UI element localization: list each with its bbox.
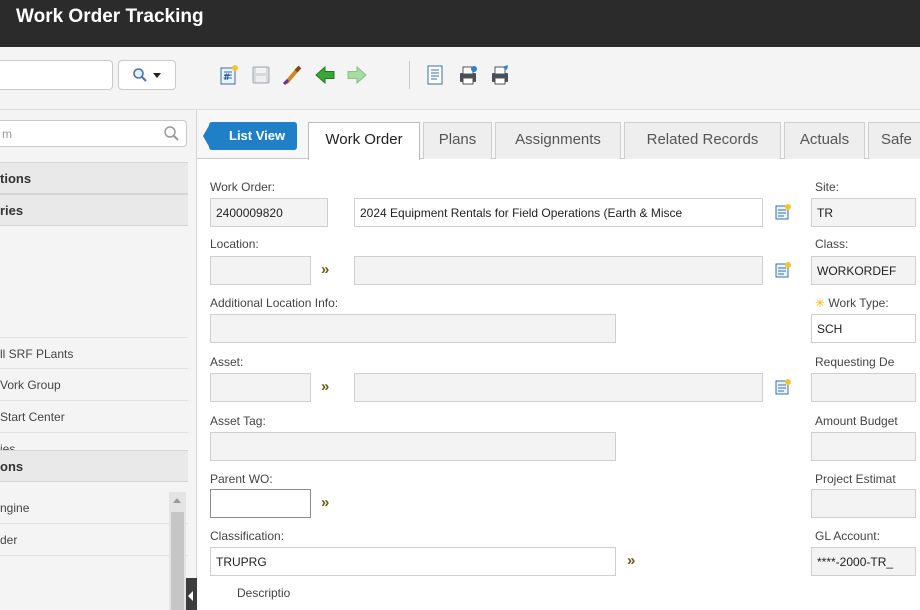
parent-wo-field[interactable] [210, 489, 311, 518]
requesting-department-field[interactable] [811, 373, 916, 402]
svg-text:#: # [223, 73, 231, 83]
asset-tag-field[interactable] [210, 432, 616, 461]
search-options-button[interactable] [118, 60, 176, 90]
nav-scrollbar[interactable] [169, 492, 186, 610]
toolbar: # [0, 47, 920, 110]
print-icon[interactable] [457, 64, 479, 86]
nav-search-input[interactable]: m [0, 120, 187, 147]
work-type-label: ✳ Work Type: [815, 296, 889, 310]
gl-account-field[interactable]: ****-2000-TR_ [811, 547, 916, 576]
nav-item[interactable]: ll SRF PLants [0, 337, 188, 369]
left-navigation: m tions ries ll SRF PLants Vork Group St… [0, 110, 197, 610]
location-description-field[interactable] [354, 256, 763, 285]
work-type-field[interactable]: SCH [811, 314, 916, 343]
tab-assignments[interactable]: Assignments [495, 122, 621, 159]
additional-location-field[interactable] [210, 314, 616, 343]
nav-item[interactable]: ngine [0, 492, 188, 524]
list-view-button[interactable]: List View [203, 122, 297, 150]
requesting-department-label: Requesting De [815, 355, 895, 369]
work-order-field[interactable]: 2400009820 [210, 198, 328, 227]
class-field[interactable]: WORKORDEF [811, 256, 916, 285]
scroll-up-icon[interactable] [173, 498, 181, 503]
classification-detail-menu-icon[interactable]: » [627, 552, 635, 569]
app-title: Work Order Tracking [16, 6, 204, 27]
work-type-label-text: Work Type: [828, 296, 889, 310]
parent-wo-label: Parent WO: [210, 472, 273, 486]
amount-budgeted-field[interactable] [811, 432, 916, 461]
chevron-left-icon [188, 591, 193, 601]
nav-section-header[interactable]: tions [0, 162, 188, 194]
location-field[interactable] [210, 256, 311, 285]
magnifier-icon[interactable] [163, 125, 180, 142]
nav-item[interactable]: der [0, 524, 188, 556]
tab-bar: List View Work Order Plans Assignments R… [197, 110, 920, 160]
project-estimate-label: Project Estimat [815, 472, 896, 486]
magnifier-icon [133, 68, 147, 82]
asset-field[interactable] [210, 373, 311, 402]
nav-section-header[interactable]: ons [0, 450, 188, 482]
print-setup-icon[interactable] [489, 64, 511, 86]
required-star-icon: ✳ [815, 296, 826, 310]
tab-work-order[interactable]: Work Order [308, 122, 420, 160]
previous-record-icon[interactable] [314, 64, 336, 86]
tab-actuals[interactable]: Actuals [784, 122, 865, 159]
class-label: Class: [815, 237, 849, 251]
amount-budgeted-label: Amount Budget [815, 414, 898, 428]
nav-item[interactable]: Vork Group [0, 369, 188, 401]
location-detail-menu-icon[interactable]: » [321, 261, 329, 278]
work-order-label: Work Order: [210, 180, 276, 194]
project-estimate-field[interactable] [811, 489, 916, 518]
long-description-icon[interactable] [774, 203, 792, 221]
additional-location-label: Additional Location Info: [210, 296, 339, 310]
scrollbar-thumb[interactable] [171, 512, 184, 610]
asset-detail-icon[interactable] [774, 378, 792, 396]
tab-related-records[interactable]: Related Records [624, 122, 781, 159]
parent-wo-detail-menu-icon[interactable]: » [321, 494, 329, 511]
tab-safety[interactable]: Safe [868, 122, 920, 159]
clear-changes-icon[interactable] [282, 64, 304, 86]
collapse-nav-button[interactable] [186, 578, 197, 610]
asset-detail-menu-icon[interactable]: » [321, 378, 329, 395]
nav-item[interactable]: Start Center [0, 401, 188, 433]
classification-label: Classification: [210, 529, 285, 543]
site-label: Site: [815, 180, 840, 194]
location-detail-icon[interactable] [774, 261, 792, 279]
site-field[interactable]: TR [811, 198, 916, 227]
toolbar-separator [409, 61, 410, 89]
tab-plans[interactable]: Plans [423, 122, 492, 159]
classification-field[interactable]: TRUPRG [210, 547, 616, 576]
next-record-icon[interactable] [346, 64, 368, 86]
main-content: List View Work Order Plans Assignments R… [197, 110, 920, 610]
long-description-label: Descriptio [237, 586, 291, 600]
chevron-down-icon [153, 73, 161, 78]
location-label: Location: [210, 237, 259, 251]
nav-search-placeholder: m [2, 127, 12, 141]
save-icon[interactable] [250, 64, 272, 86]
asset-tag-label: Asset Tag: [210, 414, 266, 428]
asset-label: Asset: [210, 355, 244, 369]
new-work-order-icon[interactable]: # [218, 64, 240, 86]
description-field[interactable]: 2024 Equipment Rentals for Field Operati… [354, 198, 763, 227]
asset-description-field[interactable] [354, 373, 763, 402]
gl-account-label: GL Account: [815, 529, 880, 543]
view-history-icon[interactable] [424, 64, 446, 86]
nav-section-header[interactable]: ries [0, 194, 188, 226]
search-input[interactable] [0, 60, 113, 90]
title-bar: Work Order Tracking [0, 0, 920, 47]
